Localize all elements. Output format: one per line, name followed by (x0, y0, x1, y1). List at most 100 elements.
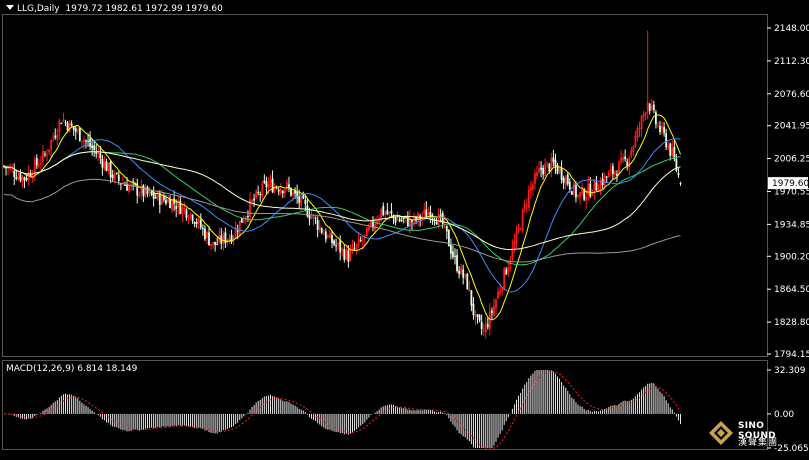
candle (52, 132, 55, 142)
chart-canvas[interactable]: 2148.002112.302076.602041.952006.251970.… (0, 0, 809, 456)
candle (659, 121, 661, 135)
candle (349, 244, 352, 262)
candle (478, 314, 481, 323)
candle (286, 179, 288, 192)
candle (70, 120, 73, 127)
candle (474, 310, 477, 325)
candle (394, 216, 397, 226)
candle (93, 140, 96, 157)
candle (542, 165, 545, 180)
candle (497, 287, 499, 300)
candle (179, 196, 182, 215)
candle (318, 219, 321, 233)
candle (486, 317, 489, 330)
candle (302, 191, 305, 200)
trading-chart[interactable]: 2148.00 2112.30 2076.60 2041.95 2006.25 1970.… (0, 0, 809, 456)
candle (632, 145, 635, 157)
candle (365, 226, 368, 237)
candle (128, 182, 130, 194)
candle (648, 102, 651, 115)
candle (214, 241, 217, 252)
price-tick-label: 1794.15 (774, 350, 809, 360)
candle (657, 122, 659, 129)
candle (189, 212, 192, 220)
candle (558, 167, 561, 175)
price-tick-label: 2148.00 (774, 24, 809, 34)
candle (472, 297, 475, 320)
candle (191, 213, 194, 224)
candle (119, 182, 122, 191)
macd-signal-line (3, 371, 681, 449)
candle (382, 202, 385, 217)
candle (566, 172, 569, 187)
candle (46, 149, 48, 162)
candle (320, 227, 323, 235)
candle (363, 234, 366, 246)
candle (50, 139, 53, 158)
candle (335, 238, 337, 252)
candle (626, 158, 629, 171)
candle (333, 239, 335, 247)
candle (68, 120, 71, 133)
candle (669, 142, 672, 161)
candle (249, 191, 251, 223)
brand-name-cn: 漢聲集團 (738, 438, 779, 448)
candle (620, 150, 622, 166)
candle (460, 263, 463, 275)
price-tick-label: 2076.60 (774, 90, 809, 100)
candle (611, 163, 614, 180)
candle (452, 245, 454, 260)
candle (177, 195, 180, 216)
candle (564, 174, 567, 190)
candle (261, 180, 264, 200)
candle (601, 172, 604, 189)
candle (462, 264, 465, 285)
candle (671, 140, 674, 158)
sino-sound-logo-icon (709, 421, 733, 445)
candle (72, 126, 75, 136)
candle (21, 175, 24, 188)
candle (433, 217, 436, 226)
candle (37, 159, 40, 168)
candle (390, 203, 393, 217)
candle (206, 230, 208, 245)
candle (527, 185, 530, 211)
candle (83, 135, 85, 150)
collapse-triangle-icon[interactable] (6, 5, 14, 10)
candle (636, 125, 639, 142)
macd-panel[interactable] (3, 370, 681, 449)
candle (661, 121, 663, 135)
candle (495, 298, 497, 316)
candle (107, 162, 110, 175)
candle (167, 194, 169, 204)
candle (359, 236, 362, 243)
svg-text:1979.60: 1979.60 (772, 179, 809, 189)
price-tick-label: 1864.50 (774, 285, 809, 295)
candle (201, 224, 204, 236)
candle (454, 248, 456, 265)
candle (183, 202, 186, 215)
candle (618, 160, 620, 175)
candle (74, 125, 77, 140)
candle (136, 178, 139, 204)
candle (115, 172, 118, 175)
candle (652, 100, 655, 114)
candle (204, 225, 206, 241)
candle (58, 118, 61, 140)
candle (324, 228, 327, 243)
candle (273, 183, 276, 194)
ma-blue-line (3, 138, 681, 293)
price-panel[interactable] (3, 30, 682, 339)
candle (511, 239, 514, 262)
candle (142, 184, 145, 203)
candle (283, 188, 286, 199)
candle (638, 121, 641, 138)
candle (345, 246, 348, 261)
candle (470, 290, 473, 312)
candle (240, 217, 243, 223)
candle (33, 156, 36, 181)
candle (327, 233, 329, 239)
candle (216, 237, 219, 245)
candle (181, 203, 184, 223)
candle (644, 111, 647, 121)
